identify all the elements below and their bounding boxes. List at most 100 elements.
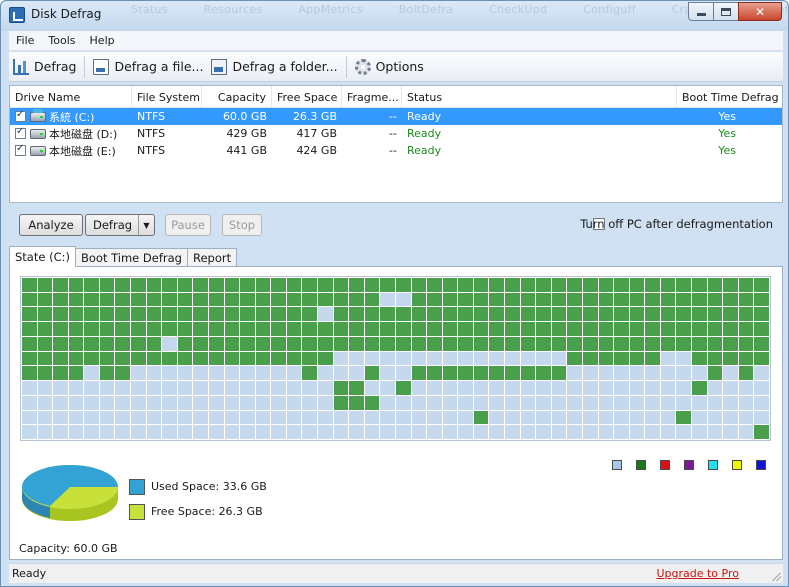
menu-file[interactable]: File <box>9 34 41 47</box>
legend-color-swatch <box>612 460 622 470</box>
column-header-status[interactable]: Status <box>402 86 677 107</box>
cluster-block <box>255 278 271 292</box>
cluster-block <box>84 351 99 366</box>
drive-checkbox[interactable] <box>15 109 26 122</box>
cluster-block <box>520 366 536 381</box>
defrag-icon <box>13 58 29 75</box>
cluster-block <box>427 395 442 410</box>
maximize-button[interactable] <box>713 2 739 21</box>
cluster-block <box>567 278 582 292</box>
cluster-block <box>53 292 68 307</box>
drive-row[interactable]: 本地磁盘 (D:) NTFS 429 GB 417 GB -- Ready Ye… <box>10 125 782 142</box>
cluster-block <box>224 292 240 307</box>
cluster-block <box>738 292 754 307</box>
upgrade-link[interactable]: Upgrade to Pro <box>656 567 739 580</box>
column-header-file-system[interactable]: File System <box>132 86 202 107</box>
tab-boot-time-defrag[interactable]: Boot Time Defrag <box>74 248 188 267</box>
cluster-block <box>224 381 240 395</box>
pause-button[interactable]: Pause <box>165 214 211 236</box>
tab-report[interactable]: Report <box>186 248 238 267</box>
cluster-block <box>380 425 395 439</box>
drive-list-header: Drive Name File System Capacity Free Spa… <box>10 86 782 108</box>
cluster-block <box>754 351 769 366</box>
cluster-block <box>489 381 505 395</box>
cluster-block <box>255 366 271 381</box>
defrag-toolbar-button[interactable]: Defrag <box>9 54 80 80</box>
cluster-block <box>177 366 193 381</box>
cluster-block <box>146 278 162 292</box>
cluster-block <box>458 292 473 307</box>
cluster-block <box>676 395 692 410</box>
cluster-block <box>131 425 146 439</box>
column-header-free-space[interactable]: Free Space <box>272 86 342 107</box>
defrag-folder-button[interactable]: Defrag a folder... <box>207 54 341 80</box>
column-header-drive-name[interactable]: Drive Name <box>10 86 132 107</box>
column-header-fragmented[interactable]: Fragme... <box>342 86 402 107</box>
cluster-block <box>567 322 582 336</box>
cluster-block <box>629 410 645 425</box>
minimize-button[interactable] <box>688 2 714 21</box>
cluster-block <box>645 336 660 351</box>
cluster-block <box>255 381 271 395</box>
cluster-block <box>582 292 598 307</box>
cluster-block <box>68 307 84 322</box>
cluster-block <box>676 278 692 292</box>
cluster-block <box>395 381 411 395</box>
cluster-block <box>582 410 598 425</box>
cluster-block <box>333 307 349 322</box>
cluster-block <box>162 366 177 381</box>
drive-checkbox[interactable] <box>15 143 26 156</box>
cluster-block <box>224 307 240 322</box>
cluster-block <box>240 307 255 322</box>
cluster-block <box>754 381 769 395</box>
cluster-block <box>738 395 754 410</box>
tab-state[interactable]: State (C:) <box>9 246 76 267</box>
cluster-block <box>754 322 769 336</box>
menu-tools[interactable]: Tools <box>41 34 82 47</box>
cluster-block <box>240 292 255 307</box>
cluster-block <box>551 366 567 381</box>
menu-help[interactable]: Help <box>83 34 122 47</box>
cluster-block <box>349 322 364 336</box>
cluster-block <box>458 425 473 439</box>
cluster-block <box>208 366 224 381</box>
drive-row[interactable]: 本地磁盘 (E:) NTFS 441 GB 424 GB -- Ready Ye… <box>10 142 782 159</box>
cluster-block <box>598 278 614 292</box>
cluster-block <box>224 278 240 292</box>
cluster-block <box>551 307 567 322</box>
cluster-block <box>99 278 115 292</box>
options-button[interactable]: Options <box>351 54 428 80</box>
cluster-block <box>349 292 364 307</box>
cluster-block <box>240 381 255 395</box>
cluster-block <box>255 322 271 336</box>
cluster-block <box>193 381 208 395</box>
cluster-block <box>146 381 162 395</box>
cluster-block <box>333 278 349 292</box>
cluster-block <box>177 395 193 410</box>
cluster-block <box>692 278 707 292</box>
resize-grip-icon[interactable] <box>771 571 781 581</box>
stop-button[interactable]: Stop <box>222 214 262 236</box>
cluster-block <box>208 381 224 395</box>
cluster-block <box>146 395 162 410</box>
status-text: Ready <box>12 567 47 580</box>
column-header-capacity[interactable]: Capacity <box>202 86 272 107</box>
cluster-block <box>22 322 37 336</box>
drive-row[interactable]: 系統 (C:) NTFS 60.0 GB 26.3 GB -- Ready Ye… <box>10 108 782 125</box>
cluster-block <box>582 381 598 395</box>
analyze-button[interactable]: Analyze <box>19 214 83 236</box>
defrag-split-button[interactable]: Defrag ▼ <box>85 214 155 236</box>
drive-checkbox[interactable] <box>15 126 26 139</box>
cluster-block <box>380 366 395 381</box>
cluster-block <box>707 410 723 425</box>
cluster-block <box>318 292 333 307</box>
cluster-block <box>723 410 738 425</box>
column-header-boot-time-defrag[interactable]: Boot Time Defrag <box>677 86 782 107</box>
cluster-block <box>489 278 505 292</box>
cluster-block <box>505 351 520 366</box>
cluster-block <box>489 395 505 410</box>
close-button[interactable]: ✕ <box>738 2 782 21</box>
cluster-block <box>208 278 224 292</box>
chevron-down-icon[interactable]: ▼ <box>138 215 154 235</box>
defrag-file-button[interactable]: Defrag a file... <box>89 54 207 80</box>
